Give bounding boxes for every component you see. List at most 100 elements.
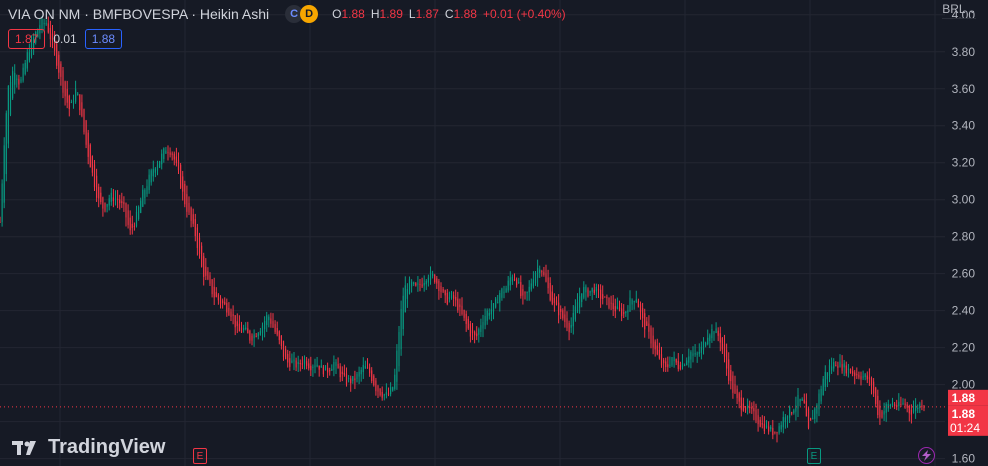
candle-body [713,332,715,334]
candle-body [387,393,390,395]
tradingview-logo[interactable]: TradingView [12,436,165,459]
candle-body [623,312,625,314]
candle-body [688,356,690,363]
candle-body [732,375,734,393]
candle-body [642,308,644,319]
candle-body [631,299,633,305]
candle-body [205,266,207,276]
candle-body [337,363,339,369]
candle-body [429,271,432,281]
candle-body [818,393,820,410]
candle-body [152,168,154,177]
candle-body [373,375,375,386]
candle-body [318,365,320,370]
candle-body [891,403,894,406]
candle-body [658,349,660,359]
candle-body [814,408,816,419]
candle-body [786,415,789,420]
sell-price-button[interactable]: 1.87 [8,29,46,49]
candle-body [812,418,814,420]
candle-body [383,394,385,396]
candle-body [249,330,251,341]
candle-body [96,175,98,198]
candle-body [547,277,549,289]
candle-body [0,221,1,223]
candle-body [593,289,595,294]
candle-body [875,387,877,405]
candle-body [671,357,673,366]
candle-body [350,378,352,384]
spread-value: 0.01 [53,32,77,46]
candle-body [633,301,635,303]
candle-body [58,54,60,73]
candle-body [614,306,616,312]
candle-body [436,278,438,284]
candle-body [469,323,471,337]
candle-body [591,287,593,292]
high-label: H [370,7,380,21]
candle-body [123,202,125,205]
candle-body [364,366,366,369]
candle-body [83,109,85,132]
buy-price-button[interactable]: 1.88 [84,29,123,49]
candle-body [43,22,45,25]
candle-body [228,307,230,316]
candle-body [14,72,16,85]
candle-body [841,364,843,371]
candle-body [308,363,310,369]
candle-body [597,289,600,291]
y-tick-label: 3.20 [952,156,976,170]
candle-body [442,288,444,292]
candle-body [339,366,341,378]
candle-body [440,286,442,292]
candle-body [251,335,253,341]
candle-body [562,310,564,319]
trade-price-boxes: 1.87 0.01 1.88 [8,29,123,49]
candle-body [266,315,268,326]
candle-body [551,291,553,305]
candle-body [28,52,30,61]
earnings-event-icon[interactable]: E [807,448,821,464]
candle-body [299,363,301,365]
candle-body [150,170,152,183]
candle-body [64,81,66,97]
lightning-icon[interactable] [918,447,935,464]
candle-body [906,404,908,408]
last-price-label: 1.88 [952,407,976,421]
symbol-title[interactable]: VIA ON NM · BMFBOVESPA · Heikin Ashi [8,6,269,22]
candle-body [379,388,381,396]
candle-body [698,352,700,354]
candle-body [862,376,864,378]
candle-body [799,398,801,402]
candle-body [377,385,379,392]
candle-body [312,366,314,369]
candle-body [459,304,461,308]
candle-body [45,23,47,25]
candle-body [471,330,474,334]
candle-body [457,298,459,311]
candle-body [820,388,822,402]
candle-body [20,79,22,82]
candle-body [528,286,530,293]
candle-body [656,345,658,355]
earnings-event-icon[interactable]: E [193,448,207,464]
candle-body [434,274,436,283]
price-chart[interactable]: 4.003.803.603.403.203.002.802.602.402.20… [0,0,988,466]
currency-selector[interactable]: BRL ⌄ [942,2,976,19]
candle-body [196,227,198,248]
candle-body [728,359,730,381]
candle-body [402,295,404,330]
candle-body [885,404,887,413]
candle-body [276,327,278,335]
chart-area[interactable]: 4.00 3.80 3.60 3.40 3.20 3.00 2.80 2.60 2.40 2.20… [0,0,988,466]
delayed-data-badge[interactable]: D [300,5,319,23]
candle-body [482,322,484,329]
candle-body [684,364,686,366]
candle-body [209,275,211,284]
candle-body [93,164,96,188]
candle-body [438,281,440,292]
candle-body [488,312,490,316]
candle-body [717,330,719,336]
candle-body [490,308,492,315]
candle-body [306,361,308,366]
